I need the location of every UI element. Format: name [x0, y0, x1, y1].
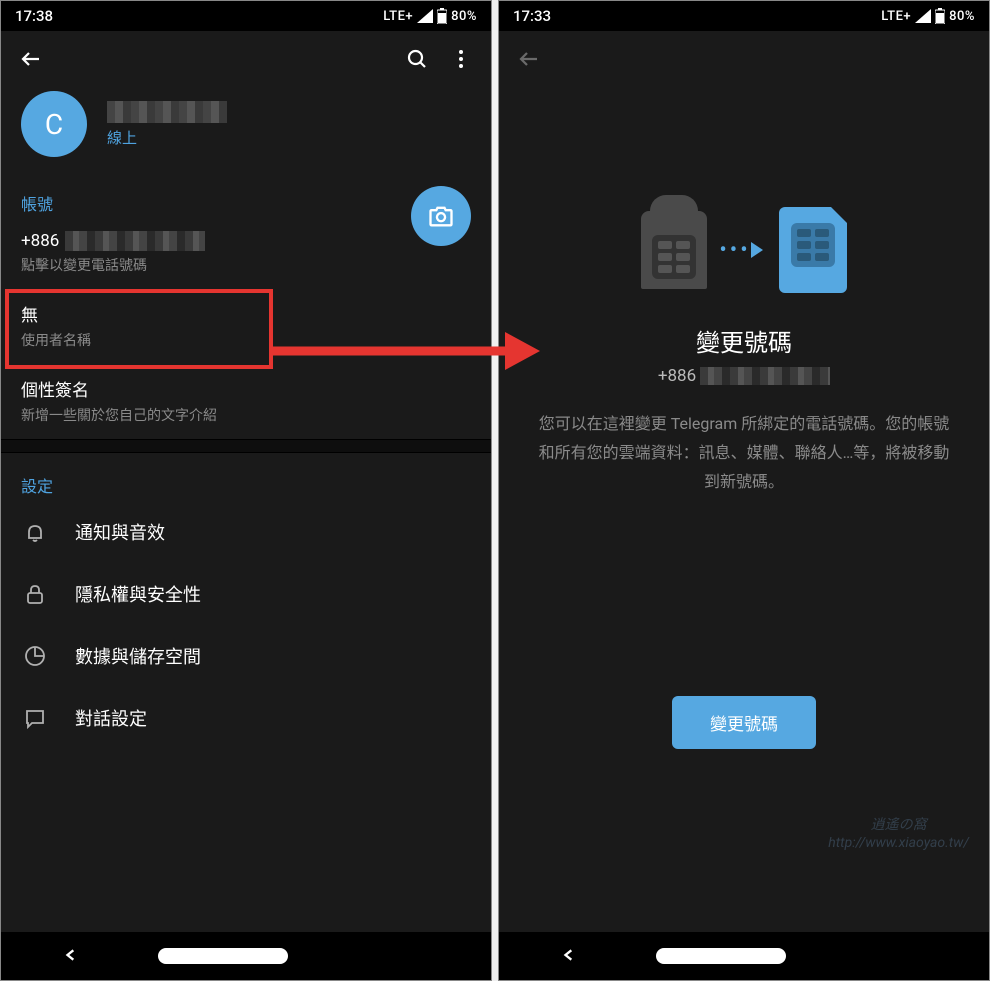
section-divider — [1, 439, 491, 453]
lock-icon — [23, 582, 47, 606]
settings-data[interactable]: 數據與儲存空間 — [1, 625, 491, 687]
phone-hint: 點擊以變更電話號碼 — [21, 255, 471, 275]
phone-redacted — [700, 367, 830, 385]
profile-header: C 線上 — [1, 87, 491, 171]
profile-name-redacted — [107, 101, 227, 123]
nav-back-icon[interactable] — [64, 946, 78, 967]
settings-label: 對話設定 — [75, 705, 147, 731]
watermark: 逍遙の窩 http://www.xiaoyao.tw/ — [828, 816, 969, 852]
settings-chat[interactable]: 對話設定 — [1, 687, 491, 749]
nav-home-pill[interactable] — [158, 948, 288, 964]
pie-icon — [23, 644, 47, 668]
app-bar — [1, 31, 491, 87]
username-row[interactable]: 無 使用者名稱 — [1, 289, 491, 364]
settings-label: 隱私權與安全性 — [75, 581, 201, 607]
search-button[interactable] — [395, 37, 439, 81]
change-number-button[interactable]: 變更號碼 — [672, 696, 816, 749]
settings-privacy[interactable]: 隱私權與安全性 — [1, 563, 491, 625]
right-phone-screenshot: 17:33 LTE+ 80% ••• — [498, 0, 990, 981]
android-nav-bar — [499, 932, 989, 980]
status-time: 17:33 — [513, 7, 551, 25]
new-sim-icon — [779, 207, 847, 293]
settings-label: 通知與音效 — [75, 519, 165, 545]
status-battery: 80% — [949, 9, 975, 24]
nav-home-pill[interactable] — [656, 948, 786, 964]
android-nav-bar — [1, 932, 491, 980]
avatar[interactable]: C — [21, 91, 87, 157]
signal-icon — [417, 9, 433, 23]
phone-prefix: +886 — [658, 366, 696, 386]
app-bar — [499, 31, 989, 87]
signal-icon — [915, 9, 931, 23]
bio-title: 個性簽名 — [21, 376, 471, 401]
nav-back-icon[interactable] — [562, 946, 576, 967]
settings-section-title: 設定 — [1, 453, 491, 501]
bell-icon — [23, 520, 47, 544]
old-sim-icon — [641, 211, 707, 289]
settings-label: 數據與儲存空間 — [75, 643, 201, 669]
settings-notifications[interactable]: 通知與音效 — [1, 501, 491, 563]
left-phone-screenshot: 17:38 LTE+ 80% C — [0, 0, 492, 981]
username-value: 無 — [21, 301, 471, 326]
back-button[interactable] — [9, 37, 53, 81]
status-network: LTE+ — [383, 9, 413, 24]
more-button[interactable] — [439, 37, 483, 81]
status-bar: 17:33 LTE+ 80% — [499, 1, 989, 31]
change-number-description: 您可以在這裡變更 Telegram 所綁定的電話號碼。您的帳號和所有您的雲端資料… — [534, 410, 954, 496]
status-bar: 17:38 LTE+ 80% — [1, 1, 491, 31]
change-number-title: 變更號碼 — [696, 323, 792, 358]
battery-icon — [437, 8, 447, 24]
status-network: LTE+ — [881, 9, 911, 24]
change-number-content: ••• 變更號碼 +886 您可以在這裡變更 Telegram 所綁定的電話號碼… — [499, 87, 989, 932]
battery-icon — [935, 8, 945, 24]
username-hint: 使用者名稱 — [21, 330, 471, 350]
back-button[interactable] — [507, 37, 551, 81]
bio-hint: 新增一些關於您自己的文字介紹 — [21, 405, 471, 425]
arrow-icon: ••• — [719, 238, 766, 263]
bio-row[interactable]: 個性簽名 新增一些關於您自己的文字介紹 — [1, 364, 491, 439]
phone-number-redacted — [65, 231, 205, 251]
status-time: 17:38 — [15, 7, 53, 25]
chat-icon — [23, 706, 47, 730]
camera-fab[interactable] — [411, 186, 471, 246]
status-battery: 80% — [451, 9, 477, 24]
phone-number-prefix: +886 — [21, 231, 59, 251]
current-phone: +886 — [658, 366, 830, 386]
online-status: 線上 — [107, 127, 227, 148]
migrate-graphic: ••• — [641, 207, 846, 293]
